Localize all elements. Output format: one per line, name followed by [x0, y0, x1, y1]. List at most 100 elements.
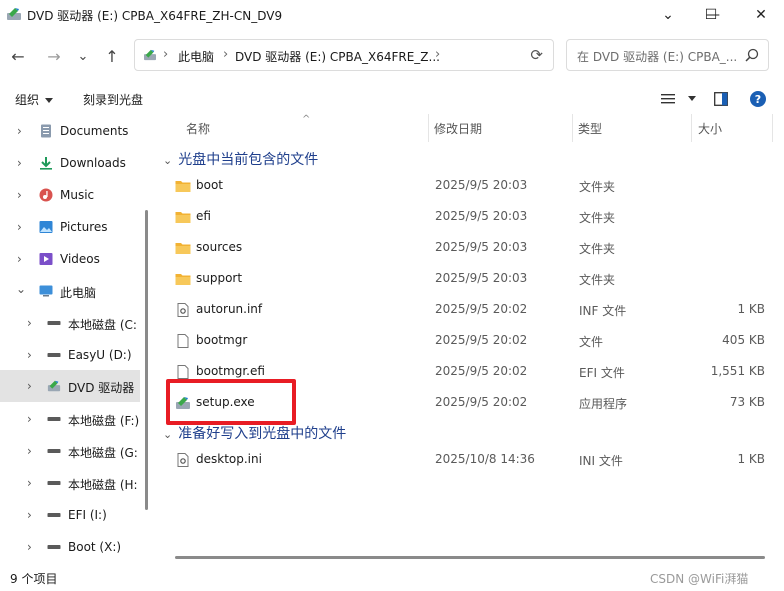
- file-name: autorun.inf: [196, 302, 263, 316]
- sidebar-item-drive-i[interactable]: › EFI (I:): [0, 500, 140, 530]
- drive-icon: [47, 481, 61, 485]
- file-row-efi[interactable]: efi 2025/9/5 20:03 文件夹: [169, 202, 779, 232]
- file-date: 2025/9/5 20:03: [435, 271, 528, 285]
- chevron-down-icon[interactable]: [688, 96, 696, 101]
- column-header-name[interactable]: 名称: [186, 120, 210, 137]
- burn-to-disc-button[interactable]: 刻录到光盘: [83, 91, 143, 108]
- column-header-type[interactable]: 类型: [578, 120, 602, 137]
- help-icon[interactable]: ?: [750, 91, 766, 107]
- chevron-right-icon[interactable]: ›: [27, 316, 32, 330]
- column-divider[interactable]: [572, 114, 573, 142]
- file-name: boot: [196, 178, 224, 192]
- chevron-right-icon: ›: [223, 47, 229, 62]
- sidebar-item-drive-d[interactable]: › EasyU (D:): [0, 340, 140, 370]
- search-icon[interactable]: [745, 48, 759, 62]
- back-button[interactable]: ←: [7, 45, 29, 67]
- file-row-sources[interactable]: sources 2025/9/5 20:03 文件夹: [169, 233, 779, 263]
- chevron-right-icon[interactable]: ›: [435, 47, 440, 62]
- file-name: efi: [196, 209, 211, 223]
- refresh-icon[interactable]: ⟳: [530, 46, 543, 64]
- sidebar-item-videos[interactable]: › Videos: [0, 244, 140, 274]
- file-row-autorun[interactable]: autorun.inf 2025/9/5 20:02 INF 文件 1 KB: [169, 295, 779, 325]
- sidebar-item-dvd-drive[interactable]: › DVD 驱动器: [0, 370, 140, 402]
- chevron-down-icon: [45, 98, 54, 103]
- group-header-pending-files[interactable]: ⌄ 准备好写入到光盘中的文件: [163, 423, 346, 443]
- search-input[interactable]: 在 DVD 驱动器 (E:) CPBA_...: [577, 48, 737, 65]
- sidebar-item-downloads[interactable]: › Downloads: [0, 148, 140, 178]
- file-size: 1,551 KB: [710, 364, 765, 378]
- sidebar-item-label: Videos: [60, 252, 100, 266]
- sidebar-item-drive-c[interactable]: › 本地磁盘 (C:: [0, 308, 140, 338]
- sidebar-item-pictures[interactable]: › Pictures: [0, 212, 140, 242]
- folder-icon: [175, 274, 191, 285]
- dvd-drive-icon: [144, 49, 156, 61]
- sidebar-item-label: Boot (X:): [68, 540, 122, 554]
- group-title: 光盘中当前包含的文件: [178, 152, 319, 168]
- sidebar-item-drive-f[interactable]: › 本地磁盘 (F:): [0, 404, 140, 434]
- file-date: 2025/9/5 20:03: [435, 209, 528, 223]
- file-icon: [177, 334, 189, 348]
- chevron-right-icon[interactable]: ›: [17, 124, 22, 138]
- sidebar-item-label: EFI (I:): [68, 508, 107, 522]
- chevron-down-icon: ⌄: [163, 154, 173, 167]
- file-size: 405 KB: [722, 333, 765, 347]
- address-bar[interactable]: › 此电脑 › DVD 驱动器 (E:) CPBA_X64FRE_Z... › …: [134, 39, 554, 71]
- breadcrumb-dvd-drive[interactable]: DVD 驱动器 (E:) CPBA_X64FRE_Z...: [235, 48, 440, 65]
- preview-pane-icon[interactable]: [714, 92, 728, 106]
- column-divider[interactable]: [428, 114, 429, 142]
- file-name: support: [196, 271, 243, 285]
- maximize-button[interactable]: ☐: [688, 0, 734, 30]
- chevron-right-icon[interactable]: ›: [27, 508, 32, 522]
- sidebar-item-drive-g[interactable]: › 本地磁盘 (G:: [0, 436, 140, 466]
- drive-icon: [47, 417, 61, 421]
- sidebar-item-drive-x[interactable]: › Boot (X:): [0, 532, 140, 562]
- dvd-drive-icon: [7, 8, 21, 20]
- file-row-bootmgr[interactable]: bootmgr 2025/9/5 20:02 文件 405 KB: [169, 326, 779, 356]
- sort-ascending-icon: ^: [302, 114, 311, 125]
- group-header-current-files[interactable]: ⌄ 光盘中当前包含的文件: [163, 149, 318, 169]
- chevron-right-icon[interactable]: ›: [17, 252, 22, 266]
- chevron-right-icon[interactable]: ›: [27, 444, 32, 458]
- file-row-boot[interactable]: boot 2025/9/5 20:03 文件夹: [169, 171, 779, 201]
- file-type: INI 文件: [579, 454, 623, 468]
- folder-icon: [175, 181, 191, 192]
- column-divider[interactable]: [691, 114, 692, 142]
- sidebar-item-label: Documents: [60, 124, 129, 138]
- search-box[interactable]: 在 DVD 驱动器 (E:) CPBA_...: [566, 39, 769, 71]
- chevron-right-icon[interactable]: ›: [27, 379, 32, 393]
- breadcrumb-this-pc[interactable]: 此电脑: [178, 48, 214, 65]
- recent-locations-button[interactable]: ⌄: [72, 45, 94, 67]
- file-date: 2025/10/8 14:36: [435, 452, 535, 466]
- close-button[interactable]: ✕: [738, 0, 784, 30]
- file-row-desktop-ini[interactable]: desktop.ini 2025/10/8 14:36 INI 文件 1 KB: [169, 445, 779, 475]
- forward-button[interactable]: →: [43, 45, 65, 67]
- chevron-right-icon[interactable]: ›: [17, 220, 22, 234]
- column-header-size[interactable]: 大小: [698, 120, 722, 137]
- organize-button[interactable]: 组织: [15, 91, 54, 108]
- chevron-down-icon[interactable]: ⌄: [16, 282, 26, 296]
- chevron-right-icon[interactable]: ›: [27, 412, 32, 426]
- sidebar-item-documents[interactable]: › Documents: [0, 116, 140, 146]
- sidebar-item-this-pc[interactable]: ⌄ 此电脑: [0, 276, 140, 306]
- sidebar-item-music[interactable]: › Music: [0, 180, 140, 210]
- file-date: 2025/9/5 20:02: [435, 333, 528, 347]
- horizontal-scrollbar[interactable]: [175, 556, 765, 559]
- chevron-right-icon: ›: [163, 47, 169, 62]
- view-options-icon[interactable]: [661, 92, 675, 106]
- file-row-support[interactable]: support 2025/9/5 20:03 文件夹: [169, 264, 779, 294]
- chevron-right-icon[interactable]: ›: [27, 476, 32, 490]
- chevron-right-icon[interactable]: ›: [17, 188, 22, 202]
- sidebar-item-label: Pictures: [60, 220, 108, 234]
- column-header-modified[interactable]: 修改日期: [434, 120, 482, 137]
- file-name: bootmgr.efi: [196, 364, 265, 378]
- documents-icon: [41, 124, 51, 138]
- chevron-right-icon[interactable]: ›: [17, 156, 22, 170]
- sidebar-scrollbar[interactable]: [145, 210, 148, 510]
- dvd-icon: [47, 380, 61, 392]
- up-button[interactable]: ↑: [101, 45, 123, 67]
- sidebar-item-drive-h[interactable]: › 本地磁盘 (H:: [0, 468, 140, 498]
- chevron-right-icon[interactable]: ›: [27, 540, 32, 554]
- chevron-right-icon[interactable]: ›: [27, 348, 32, 362]
- sidebar-item-label: Music: [60, 188, 95, 202]
- column-divider[interactable]: [772, 114, 773, 142]
